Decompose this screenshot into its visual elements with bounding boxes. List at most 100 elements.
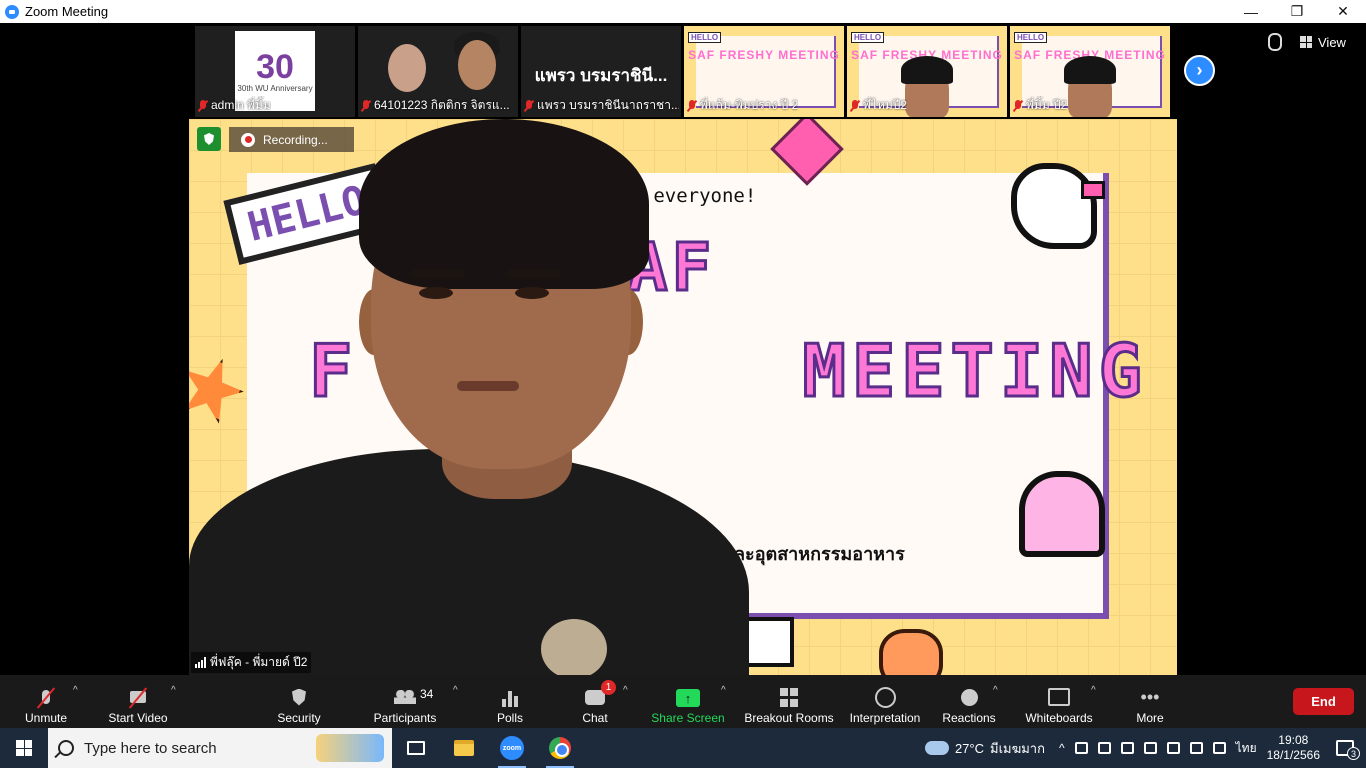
view-label: View <box>1318 34 1346 50</box>
taskbar-search[interactable]: Type here to search <box>48 728 392 768</box>
cloud-icon <box>924 741 949 755</box>
windows-icon <box>16 740 32 756</box>
globe-icon <box>874 687 896 707</box>
microphone-icon[interactable] <box>1097 742 1111 754</box>
close-button[interactable]: ✕ <box>1320 0 1366 23</box>
participant-name: พี่แก้ม-พิมปราง ปี 2 <box>687 96 798 115</box>
taskbar-clock[interactable]: 19:08 18/1/2566 <box>1267 733 1320 763</box>
participant-video <box>458 40 496 90</box>
encryption-shield-icon[interactable] <box>197 127 221 151</box>
next-page-button[interactable]: › <box>1184 55 1215 86</box>
chat-button[interactable]: 1 Chat <box>545 679 645 725</box>
battery-icon[interactable] <box>1166 742 1180 754</box>
participant-tile[interactable]: HELLO SAF FRESHY MEETING พี่มิ้ม ปี2 <box>1010 26 1170 117</box>
bar-chart-icon <box>499 689 521 707</box>
chevron-right-icon: › <box>1196 60 1203 80</box>
mic-muted-icon <box>361 99 371 112</box>
participant-tile[interactable]: HELLO SAF FRESHY MEETING พี่แก้ม-พิมปราง… <box>684 26 844 117</box>
zoom-icon: zoom <box>500 736 524 760</box>
microphone-muted-icon <box>35 687 57 707</box>
weather-widget[interactable]: 27°C มีเมฆมาก <box>924 738 1045 759</box>
meeting-area: 30 30th WU Anniversary admin พี่มิ้ม 641… <box>0 23 1366 675</box>
whiteboards-options-caret[interactable]: ^ <box>1091 685 1096 696</box>
zoom-taskbar-button[interactable]: zoom <box>488 728 536 768</box>
shirt-logo <box>541 619 607 675</box>
search-icon <box>58 740 74 756</box>
speaker-name-tag: พี่ฟลุ๊ค - พี่มายด์ ปี2 <box>191 652 312 673</box>
mic-muted-icon <box>1013 99 1023 112</box>
search-highlight-art <box>316 734 384 762</box>
task-view-icon <box>407 741 425 755</box>
active-speaker-video: lo everyone! SAF F MEETING ละอุตสาหกรรมอ… <box>189 119 1177 675</box>
participant-tile[interactable]: 64101223 กิตติกร จิตรแ... <box>358 26 518 117</box>
participant-thumbnail-strip: 30 30th WU Anniversary admin พี่มิ้ม 641… <box>195 26 1170 117</box>
file-explorer-button[interactable] <box>440 728 488 768</box>
top-right-controls: View <box>1268 33 1346 51</box>
smiley-icon <box>958 687 980 707</box>
participant-name: แพรว บรมราชินีนาถราชา... <box>524 96 679 115</box>
meet-now-icon[interactable] <box>1074 742 1088 754</box>
end-meeting-button[interactable]: End <box>1293 688 1354 715</box>
participant-name: 64101223 กิตติกร จิตรแ... <box>361 96 510 115</box>
meeting-toolbar: Unmute ^ Start Video ^ Security 34 Parti… <box>0 675 1366 728</box>
mic-muted-icon <box>524 99 534 112</box>
signal-strength-icon <box>195 657 206 668</box>
mic-muted-icon <box>687 99 697 112</box>
chrome-icon <box>549 737 571 759</box>
record-icon <box>241 132 255 147</box>
chrome-tray-icon[interactable] <box>1143 742 1157 754</box>
task-view-button[interactable] <box>392 728 440 768</box>
minimize-button[interactable]: — <box>1228 0 1274 23</box>
onedrive-icon[interactable] <box>1120 742 1134 754</box>
chat-icon: 1 <box>584 680 616 707</box>
participant-tile[interactable]: 30 30th WU Anniversary admin พี่มิ้ม <box>195 26 355 117</box>
participant-name: พี่ไหมปี2 <box>850 96 907 115</box>
participants-options-caret[interactable]: ^ <box>453 685 458 696</box>
input-language[interactable]: ไทย <box>1236 739 1257 758</box>
grid-icon <box>1300 36 1312 48</box>
chat-options-caret[interactable]: ^ <box>623 685 628 696</box>
participant-tile[interactable]: แพรว บรมราชินี... แพรว บรมราชินีนาถราชา.… <box>521 26 681 117</box>
security-button[interactable]: Security <box>249 679 349 725</box>
camera-off-icon <box>127 687 149 707</box>
zoom-app-icon <box>5 4 19 19</box>
wifi-icon[interactable] <box>1189 742 1203 754</box>
breakout-rooms-button[interactable]: Breakout Rooms <box>739 679 839 725</box>
window-controls: — ❐ ✕ <box>1228 0 1366 23</box>
speaker-person <box>189 119 1177 675</box>
participants-icon: 34 <box>394 687 433 707</box>
mic-muted-icon <box>198 99 208 112</box>
show-hidden-icons-chevron[interactable]: ^ <box>1059 741 1065 755</box>
chrome-taskbar-button[interactable] <box>536 728 584 768</box>
folder-icon <box>454 740 474 756</box>
reactions-options-caret[interactable]: ^ <box>993 685 998 696</box>
mic-muted-icon <box>850 99 860 112</box>
volume-icon[interactable] <box>1212 742 1226 754</box>
view-button[interactable]: View <box>1300 35 1346 50</box>
share-screen-icon: ↑ <box>676 689 700 707</box>
participant-name: admin พี่มิ้ม <box>198 96 271 115</box>
video-options-caret[interactable]: ^ <box>171 685 176 696</box>
more-button[interactable]: ••• More <box>1100 679 1200 726</box>
share-options-caret[interactable]: ^ <box>721 685 726 696</box>
shield-icon <box>288 687 310 707</box>
participant-tile[interactable]: HELLO SAF FRESHY MEETING พี่ไหมปี2 <box>847 26 1007 117</box>
tray-icons: ^ <box>1059 741 1226 755</box>
start-button[interactable] <box>0 728 48 768</box>
windows-taskbar: Type here to search zoom 27°C มีเมฆมาก ^… <box>0 728 1366 768</box>
audio-options-caret[interactable]: ^ <box>73 685 78 696</box>
unmute-button[interactable]: Unmute <box>0 679 96 725</box>
participant-video <box>388 44 426 92</box>
participants-button[interactable]: 34 Participants <box>355 679 455 725</box>
more-dots-icon: ••• <box>1140 686 1160 707</box>
restore-button[interactable]: ❐ <box>1274 0 1320 23</box>
immersive-icon[interactable] <box>1268 33 1282 51</box>
whiteboard-icon <box>1048 687 1070 707</box>
recording-indicator[interactable]: Recording... <box>229 127 354 152</box>
system-tray: 27°C มีเมฆมาก ^ ไทย 19:08 18/1/2566 3 <box>924 728 1366 768</box>
notification-center-icon[interactable]: 3 <box>1336 740 1360 760</box>
breakout-rooms-icon <box>778 687 800 707</box>
participant-name: พี่มิ้ม ปี2 <box>1013 96 1067 115</box>
recording-label: Recording... <box>263 132 328 147</box>
reactions-button[interactable]: Reactions <box>919 679 1019 725</box>
